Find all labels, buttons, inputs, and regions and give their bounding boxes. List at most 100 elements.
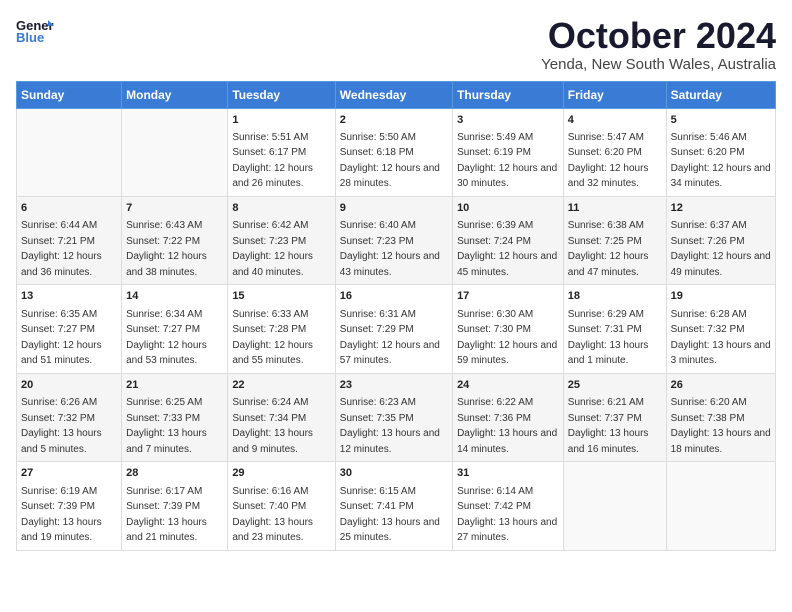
day-info: Sunrise: 5:49 AMSunset: 6:19 PMDaylight:… <box>457 132 557 190</box>
day-number: 23 <box>340 378 448 393</box>
day-number: 26 <box>671 378 771 393</box>
day-info: Sunrise: 6:29 AMSunset: 7:31 PMDaylight:… <box>568 309 649 367</box>
day-number: 24 <box>457 378 559 393</box>
day-number: 30 <box>340 466 448 481</box>
day-number: 5 <box>671 113 771 128</box>
day-number: 19 <box>671 289 771 304</box>
day-info: Sunrise: 6:38 AMSunset: 7:25 PMDaylight:… <box>568 220 649 278</box>
day-info: Sunrise: 5:47 AMSunset: 6:20 PMDaylight:… <box>568 132 649 190</box>
header-saturday: Saturday <box>666 81 775 108</box>
calendar-subtitle: Yenda, New South Wales, Australia <box>541 56 776 73</box>
calendar-cell-w5-d4: 30 Sunrise: 6:15 AMSunset: 7:41 PMDayligh… <box>335 462 452 550</box>
day-info: Sunrise: 6:26 AMSunset: 7:32 PMDaylight:… <box>21 397 102 455</box>
day-number: 28 <box>126 466 223 481</box>
week-row-4: 20 Sunrise: 6:26 AMSunset: 7:32 PMDayligh… <box>17 373 776 461</box>
day-info: Sunrise: 6:33 AMSunset: 7:28 PMDaylight:… <box>232 309 313 367</box>
day-info: Sunrise: 6:20 AMSunset: 7:38 PMDaylight:… <box>671 397 771 455</box>
day-info: Sunrise: 6:25 AMSunset: 7:33 PMDaylight:… <box>126 397 207 455</box>
day-info: Sunrise: 6:19 AMSunset: 7:39 PMDaylight:… <box>21 486 102 544</box>
calendar-cell-w5-d3: 29Sunrise: 6:16 AMSunset: 7:40 PMDayligh… <box>228 462 335 550</box>
header-thursday: Thursday <box>453 81 564 108</box>
day-number: 13 <box>21 289 117 304</box>
day-number: 14 <box>126 289 223 304</box>
day-number: 20 <box>21 378 117 393</box>
day-number: 29 <box>232 466 330 481</box>
calendar-cell-w1-d6: 4 Sunrise: 5:47 AMSunset: 6:20 PMDaylight… <box>563 108 666 196</box>
day-info: Sunrise: 6:21 AMSunset: 7:37 PMDaylight:… <box>568 397 649 455</box>
calendar-title: October 2024 <box>541 16 776 56</box>
calendar-cell-w4-d3: 22 Sunrise: 6:24 AMSunset: 7:34 PMDayligh… <box>228 373 335 461</box>
calendar-cell-w4-d6: 25 Sunrise: 6:21 AMSunset: 7:37 PMDayligh… <box>563 373 666 461</box>
day-info: Sunrise: 6:43 AMSunset: 7:22 PMDaylight:… <box>126 220 207 278</box>
day-info: Sunrise: 5:50 AMSunset: 6:18 PMDaylight:… <box>340 132 440 190</box>
calendar-cell-w1-d2 <box>122 108 228 196</box>
calendar-cell-w2-d7: 12 Sunrise: 6:37 AMSunset: 7:26 PMDayligh… <box>666 196 775 284</box>
day-info: Sunrise: 6:39 AMSunset: 7:24 PMDaylight:… <box>457 220 557 278</box>
calendar-cell-w1-d1 <box>17 108 122 196</box>
day-info: Sunrise: 6:34 AMSunset: 7:27 PMDaylight:… <box>126 309 207 367</box>
week-row-2: 6 Sunrise: 6:44 AMSunset: 7:21 PMDaylight… <box>17 196 776 284</box>
day-number: 22 <box>232 378 330 393</box>
week-row-5: 27 Sunrise: 6:19 AMSunset: 7:39 PMDayligh… <box>17 462 776 550</box>
day-number: 10 <box>457 201 559 216</box>
calendar-cell-w2-d5: 10 Sunrise: 6:39 AMSunset: 7:24 PMDayligh… <box>453 196 564 284</box>
day-number: 12 <box>671 201 771 216</box>
day-info: Sunrise: 6:17 AMSunset: 7:39 PMDaylight:… <box>126 486 207 544</box>
calendar-cell-w2-d6: 11 Sunrise: 6:38 AMSunset: 7:25 PMDayligh… <box>563 196 666 284</box>
calendar-cell-w3-d3: 15Sunrise: 6:33 AMSunset: 7:28 PMDayligh… <box>228 285 335 373</box>
weekday-header-row: Sunday Monday Tuesday Wednesday Thursday… <box>17 81 776 108</box>
calendar-cell-w4-d4: 23Sunrise: 6:23 AMSunset: 7:35 PMDayligh… <box>335 373 452 461</box>
title-section: October 2024 Yenda, New South Wales, Aus… <box>541 16 776 73</box>
week-row-3: 13 Sunrise: 6:35 AMSunset: 7:27 PMDayligh… <box>17 285 776 373</box>
day-number: 9 <box>340 201 448 216</box>
header-monday: Monday <box>122 81 228 108</box>
header-tuesday: Tuesday <box>228 81 335 108</box>
calendar-cell-w4-d2: 21Sunrise: 6:25 AMSunset: 7:33 PMDayligh… <box>122 373 228 461</box>
calendar-cell-w3-d6: 18 Sunrise: 6:29 AMSunset: 7:31 PMDayligh… <box>563 285 666 373</box>
calendar-cell-w4-d7: 26 Sunrise: 6:20 AMSunset: 7:38 PMDayligh… <box>666 373 775 461</box>
day-number: 27 <box>21 466 117 481</box>
calendar-cell-w1-d4: 2 Sunrise: 5:50 AMSunset: 6:18 PMDaylight… <box>335 108 452 196</box>
day-info: Sunrise: 6:24 AMSunset: 7:34 PMDaylight:… <box>232 397 313 455</box>
calendar-table: Sunday Monday Tuesday Wednesday Thursday… <box>16 81 776 551</box>
calendar-cell-w5-d5: 31Sunrise: 6:14 AMSunset: 7:42 PMDayligh… <box>453 462 564 550</box>
day-number: 2 <box>340 113 448 128</box>
day-number: 17 <box>457 289 559 304</box>
day-info: Sunrise: 6:42 AMSunset: 7:23 PMDaylight:… <box>232 220 313 278</box>
svg-text:Blue: Blue <box>16 30 44 45</box>
day-number: 25 <box>568 378 662 393</box>
calendar-cell-w3-d2: 14 Sunrise: 6:34 AMSunset: 7:27 PMDayligh… <box>122 285 228 373</box>
week-row-1: 1Sunrise: 5:51 AMSunset: 6:17 PMDaylight… <box>17 108 776 196</box>
calendar-cell-w5-d6 <box>563 462 666 550</box>
day-info: Sunrise: 6:15 AMSunset: 7:41 PMDaylight:… <box>340 486 440 544</box>
calendar-cell-w2-d2: 7 Sunrise: 6:43 AMSunset: 7:22 PMDaylight… <box>122 196 228 284</box>
header-friday: Friday <box>563 81 666 108</box>
calendar-cell-w1-d7: 5 Sunrise: 5:46 AMSunset: 6:20 PMDaylight… <box>666 108 775 196</box>
day-info: Sunrise: 6:31 AMSunset: 7:29 PMDaylight:… <box>340 309 440 367</box>
day-number: 4 <box>568 113 662 128</box>
day-info: Sunrise: 5:46 AMSunset: 6:20 PMDaylight:… <box>671 132 771 190</box>
day-info: Sunrise: 6:37 AMSunset: 7:26 PMDaylight:… <box>671 220 771 278</box>
day-number: 18 <box>568 289 662 304</box>
day-number: 7 <box>126 201 223 216</box>
calendar-cell-w5-d7 <box>666 462 775 550</box>
calendar-cell-w5-d2: 28 Sunrise: 6:17 AMSunset: 7:39 PMDayligh… <box>122 462 228 550</box>
calendar-cell-w5-d1: 27 Sunrise: 6:19 AMSunset: 7:39 PMDayligh… <box>17 462 122 550</box>
day-info: Sunrise: 6:44 AMSunset: 7:21 PMDaylight:… <box>21 220 102 278</box>
logo: General Blue <box>16 16 54 46</box>
calendar-cell-w3-d5: 17Sunrise: 6:30 AMSunset: 7:30 PMDayligh… <box>453 285 564 373</box>
calendar-cell-w4-d1: 20 Sunrise: 6:26 AMSunset: 7:32 PMDayligh… <box>17 373 122 461</box>
day-number: 1 <box>232 113 330 128</box>
calendar-cell-w2-d3: 8Sunrise: 6:42 AMSunset: 7:23 PMDaylight… <box>228 196 335 284</box>
day-number: 31 <box>457 466 559 481</box>
day-number: 11 <box>568 201 662 216</box>
calendar-cell-w2-d4: 9Sunrise: 6:40 AMSunset: 7:23 PMDaylight… <box>335 196 452 284</box>
page-header: General Blue October 2024 Yenda, New Sou… <box>16 16 776 73</box>
logo-icon: General Blue <box>16 16 54 46</box>
day-number: 6 <box>21 201 117 216</box>
day-info: Sunrise: 6:28 AMSunset: 7:32 PMDaylight:… <box>671 309 771 367</box>
day-number: 3 <box>457 113 559 128</box>
day-info: Sunrise: 6:35 AMSunset: 7:27 PMDaylight:… <box>21 309 102 367</box>
day-number: 16 <box>340 289 448 304</box>
calendar-cell-w3-d1: 13 Sunrise: 6:35 AMSunset: 7:27 PMDayligh… <box>17 285 122 373</box>
